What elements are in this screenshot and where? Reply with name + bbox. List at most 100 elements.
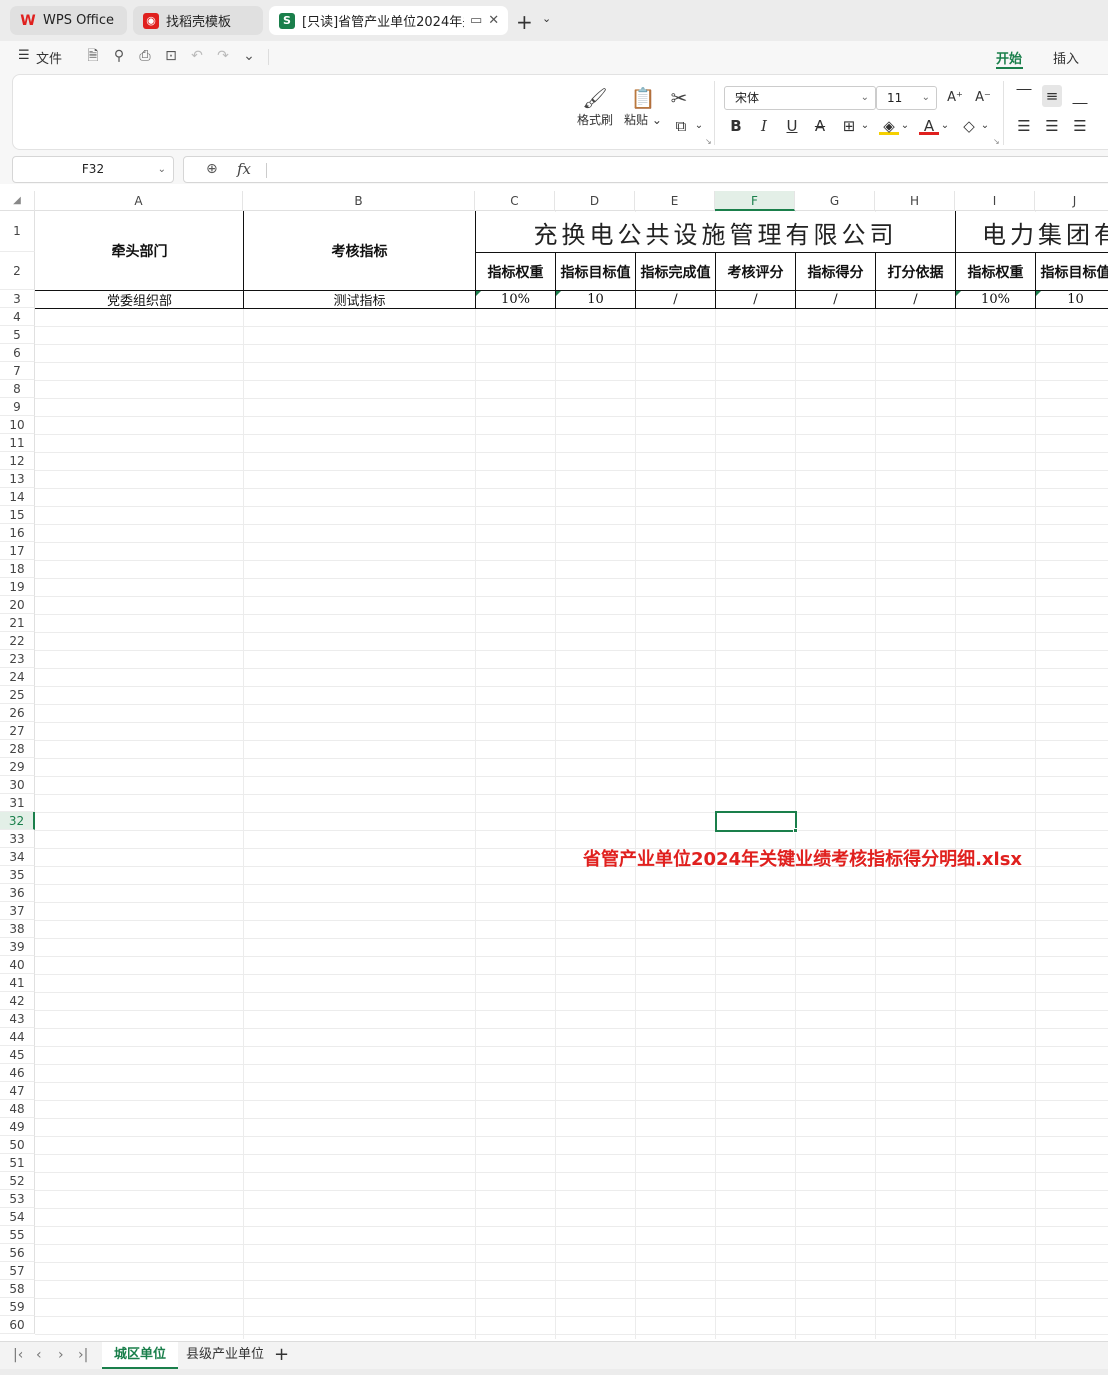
row-header-15[interactable]: 15 (0, 506, 35, 524)
first-sheet-icon[interactable]: |‹ (13, 1347, 23, 1363)
cell-E3[interactable]: / (636, 291, 715, 308)
row-header-51[interactable]: 51 (0, 1154, 35, 1172)
row-header-5[interactable]: 5 (0, 326, 35, 344)
cell-A3[interactable]: 党委组织部 (36, 291, 243, 309)
select-all-corner[interactable]: ◢ (0, 191, 35, 211)
font-increase-icon[interactable]: A⁺ (945, 87, 965, 109)
cell-I3[interactable]: 10% (956, 291, 1035, 308)
file-menu[interactable]: 文件 (36, 48, 62, 67)
row-header-29[interactable]: 29 (0, 758, 35, 776)
row-header-49[interactable]: 49 (0, 1118, 35, 1136)
cell-subheader-C[interactable]: 指标权重 (476, 253, 555, 290)
chevron-down-icon[interactable]: ⌄ (975, 115, 995, 137)
cell-header-indicator[interactable]: 考核指标 (244, 212, 475, 290)
row-header-41[interactable]: 41 (0, 974, 35, 992)
row-header-17[interactable]: 17 (0, 542, 35, 560)
row-header-47[interactable]: 47 (0, 1082, 35, 1100)
row-header-22[interactable]: 22 (0, 632, 35, 650)
row-header-44[interactable]: 44 (0, 1028, 35, 1046)
row-header-12[interactable]: 12 (0, 452, 35, 470)
sheet-tab-city[interactable]: 城区单位 (102, 1342, 179, 1369)
tab-daoke-template[interactable]: ◉ 找稻壳模板 (133, 6, 263, 35)
font-name-select[interactable]: 宋体 ⌄ (724, 86, 876, 110)
row-header-21[interactable]: 21 (0, 614, 35, 632)
font-dialog-icon[interactable]: ↘ (993, 137, 1000, 146)
row-header-37[interactable]: 37 (0, 902, 35, 920)
row-header-59[interactable]: 59 (0, 1298, 35, 1316)
row-header-18[interactable]: 18 (0, 560, 35, 578)
next-sheet-icon[interactable]: › (58, 1347, 64, 1363)
row-header-24[interactable]: 24 (0, 668, 35, 686)
format-painter-button[interactable]: 🖌 格式刷 (565, 85, 625, 128)
cell-subheader-J[interactable]: 指标目标值 (1036, 253, 1108, 290)
chevron-down-icon[interactable]: ⌄ (240, 47, 258, 65)
column-header-I[interactable]: I (955, 191, 1035, 211)
ribbon-tab-insert[interactable]: 插入 (1053, 48, 1079, 67)
chevron-down-icon[interactable]: ⌄ (895, 115, 915, 137)
name-box[interactable]: F32 ⌄ (12, 156, 174, 183)
align-left-icon[interactable]: ☰ (1014, 115, 1034, 137)
row-header-53[interactable]: 53 (0, 1190, 35, 1208)
last-sheet-icon[interactable]: ›| (78, 1347, 88, 1363)
new-tab-icon[interactable]: + (516, 10, 533, 34)
italic-icon[interactable]: I (754, 115, 774, 137)
row-header-40[interactable]: 40 (0, 956, 35, 974)
strikethrough-icon[interactable]: A (810, 115, 830, 137)
fill-handle[interactable] (793, 828, 798, 833)
row-header-2[interactable]: 2 (0, 252, 35, 290)
window-icon[interactable]: ▭ (470, 13, 482, 28)
row-header-20[interactable]: 20 (0, 596, 35, 614)
column-header-C[interactable]: C (475, 191, 555, 211)
cell-subheader-F[interactable]: 考核评分 (716, 253, 795, 290)
copy-icon[interactable]: ⧉ (671, 115, 691, 137)
zoom-icon[interactable]: ⊕ (206, 161, 218, 177)
cut-button[interactable]: ✂ (667, 85, 691, 111)
hamburger-icon[interactable]: ☰ (18, 48, 30, 63)
cell-subheader-I[interactable]: 指标权重 (956, 253, 1035, 290)
column-header-A[interactable]: A (35, 191, 243, 211)
font-decrease-icon[interactable]: A⁻ (973, 87, 993, 109)
row-header-14[interactable]: 14 (0, 488, 35, 506)
link-icon[interactable]: ⚲ (110, 47, 128, 65)
chevron-down-icon[interactable]: ⌄ (689, 115, 709, 137)
cell-header-lead-dept[interactable]: 牵头部门 (36, 212, 243, 290)
column-header-D[interactable]: D (555, 191, 635, 211)
row-header-38[interactable]: 38 (0, 920, 35, 938)
row-header-9[interactable]: 9 (0, 398, 35, 416)
row-header-33[interactable]: 33 (0, 830, 35, 848)
cell-D3[interactable]: 10 (556, 291, 635, 308)
bold-icon[interactable]: B (726, 115, 746, 137)
underline-icon[interactable]: U (782, 115, 802, 137)
align-right-icon[interactable]: ☰ (1070, 115, 1090, 137)
row-header-35[interactable]: 35 (0, 866, 35, 884)
row-header-1[interactable]: 1 (0, 211, 35, 252)
row-header-43[interactable]: 43 (0, 1010, 35, 1028)
column-header-F[interactable]: F (715, 191, 795, 211)
row-header-50[interactable]: 50 (0, 1136, 35, 1154)
row-header-13[interactable]: 13 (0, 470, 35, 488)
save-icon[interactable]: 🗎 (84, 47, 102, 65)
row-header-28[interactable]: 28 (0, 740, 35, 758)
row-header-54[interactable]: 54 (0, 1208, 35, 1226)
row-header-46[interactable]: 46 (0, 1064, 35, 1082)
add-sheet-icon[interactable]: + (274, 1344, 289, 1365)
row-header-39[interactable]: 39 (0, 938, 35, 956)
paste-button[interactable]: 📋 粘贴 ⌄ (621, 85, 665, 128)
tab-spreadsheet[interactable]: S [只读]省管产业单位2024年关 ▭ ✕ (269, 6, 508, 35)
fx-icon[interactable]: fx (237, 160, 251, 178)
column-header-H[interactable]: H (875, 191, 955, 211)
row-header-31[interactable]: 31 (0, 794, 35, 812)
row-header-30[interactable]: 30 (0, 776, 35, 794)
prev-sheet-icon[interactable]: ‹ (36, 1347, 42, 1363)
print-preview-icon[interactable]: ⊡ (162, 47, 180, 65)
cell-H3[interactable]: / (876, 291, 955, 308)
clipboard-dialog-icon[interactable]: ↘ (705, 137, 712, 146)
row-header-42[interactable]: 42 (0, 992, 35, 1010)
row-header-19[interactable]: 19 (0, 578, 35, 596)
row-header-27[interactable]: 27 (0, 722, 35, 740)
row-header-36[interactable]: 36 (0, 884, 35, 902)
row-header-16[interactable]: 16 (0, 524, 35, 542)
cell-company-1[interactable]: 充换电公共设施管理有限公司 (476, 212, 955, 252)
active-cell-F32[interactable] (715, 811, 797, 832)
column-header-G[interactable]: G (795, 191, 875, 211)
